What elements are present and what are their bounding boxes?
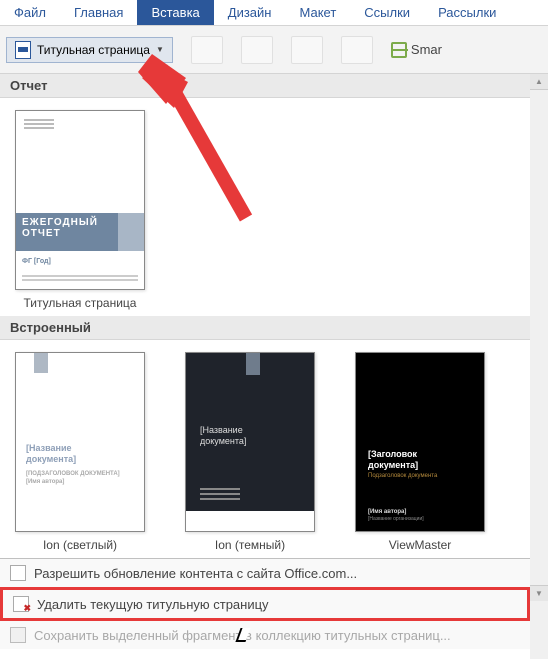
scroll-down-button[interactable]: ▼: [530, 585, 548, 601]
title-page-label: Титульная страница: [37, 43, 150, 57]
template-viewmaster-label: ViewMaster: [389, 538, 451, 552]
ion-dark-title2: документа]: [200, 436, 246, 447]
tab-file[interactable]: Файл: [0, 0, 60, 25]
template-viewmaster[interactable]: [Заголовок документа] Подзаголовок докум…: [350, 352, 490, 552]
menu-update-label: Разрешить обновление контента с сайта Of…: [34, 566, 357, 581]
shapes-button[interactable]: [341, 36, 373, 64]
template-ion-dark-label: Ion (темный): [215, 538, 285, 552]
ion-light-title1: [Название: [26, 443, 76, 454]
report-meta: ФГ [Год]: [22, 258, 51, 265]
template-ion-light-preview: [Название документа] [ПОДЗАГОЛОВОК ДОКУМ…: [15, 352, 145, 532]
gallery-bottom-menu: Разрешить обновление контента с сайта Of…: [0, 558, 530, 649]
chevron-down-icon: ▼: [156, 45, 164, 54]
menu-delete-label: Удалить текущую титульную страницу: [37, 597, 269, 612]
menu-update-from-office[interactable]: Разрешить обновление контента с сайта Of…: [0, 559, 530, 587]
menu-save-selection: Сохранить выделенный фрагмент в коллекци…: [0, 621, 530, 649]
template-ion-dark[interactable]: [Название документа] Ion (темный): [180, 352, 320, 552]
ribbon: Титульная страница ▼ Smar: [0, 26, 548, 74]
group-body-builtin: [Название документа] [ПОДЗАГОЛОВОК ДОКУМ…: [0, 340, 530, 558]
group-header-report: Отчет: [0, 74, 530, 98]
ion-light-meta1: [ПОДЗАГОЛОВОК ДОКУМЕНТА]: [26, 471, 120, 477]
tab-layout[interactable]: Макет: [285, 0, 350, 25]
menu-save-label: Сохранить выделенный фрагмент в коллекци…: [34, 628, 451, 643]
group-body-report: ЕЖЕГОДНЫЙ ОТЧЕТ ФГ [Год] Титульная стран…: [0, 98, 530, 316]
template-ion-light[interactable]: [Название документа] [ПОДЗАГОЛОВОК ДОКУМ…: [10, 352, 150, 552]
ribbon-tabs: Файл Главная Вставка Дизайн Макет Ссылки…: [0, 0, 548, 26]
ion-light-meta2: [Имя автора]: [26, 479, 64, 485]
viewmaster-title2: документа]: [368, 460, 418, 471]
update-icon: [10, 565, 26, 581]
report-band-line1: ЕЖЕГОДНЫЙ: [22, 217, 112, 228]
viewmaster-sub: Подзаголовок документа: [368, 473, 437, 479]
report-band-line2: ОТЧЕТ: [22, 228, 112, 239]
tab-mailings[interactable]: Рассылки: [424, 0, 510, 25]
viewmaster-foot2: [Название организации]: [368, 516, 424, 522]
viewmaster-foot1: [Имя автора]: [368, 509, 406, 515]
template-report-preview: ЕЖЕГОДНЫЙ ОТЧЕТ ФГ [Год]: [15, 110, 145, 290]
tab-references[interactable]: Ссылки: [350, 0, 424, 25]
tab-insert[interactable]: Вставка: [137, 0, 213, 25]
title-page-dropdown[interactable]: Титульная страница ▼: [6, 37, 173, 63]
pictures-button[interactable]: [241, 36, 273, 64]
tab-design[interactable]: Дизайн: [214, 0, 286, 25]
delete-page-icon: [13, 596, 29, 612]
scroll-up-button[interactable]: ▲: [530, 74, 548, 90]
save-selection-icon: [10, 627, 26, 643]
template-report-label: Титульная страница: [24, 296, 137, 310]
title-page-gallery: ▲ ▼ Отчет ЕЖЕГОДНЫЙ ОТЧЕТ ФГ [Год] Титул…: [0, 74, 548, 659]
viewmaster-title1: [Заголовок: [368, 449, 418, 460]
smartart-button[interactable]: Smar: [391, 36, 442, 64]
smartart-icon: [391, 42, 407, 58]
title-page-icon: [15, 41, 31, 59]
ion-light-title2: документа]: [26, 454, 76, 465]
template-ion-light-label: Ion (светлый): [43, 538, 117, 552]
group-header-builtin: Встроенный: [0, 316, 530, 340]
template-ion-dark-preview: [Название документа]: [185, 352, 315, 532]
ion-dark-title1: [Название: [200, 425, 246, 436]
table-button[interactable]: [191, 36, 223, 64]
online-pictures-button[interactable]: [291, 36, 323, 64]
menu-delete-title-page[interactable]: Удалить текущую титульную страницу: [0, 587, 530, 621]
template-viewmaster-preview: [Заголовок документа] Подзаголовок докум…: [355, 352, 485, 532]
template-report[interactable]: ЕЖЕГОДНЫЙ ОТЧЕТ ФГ [Год] Титульная стран…: [10, 110, 150, 310]
tab-home[interactable]: Главная: [60, 0, 137, 25]
smartart-label: Smar: [411, 42, 442, 57]
